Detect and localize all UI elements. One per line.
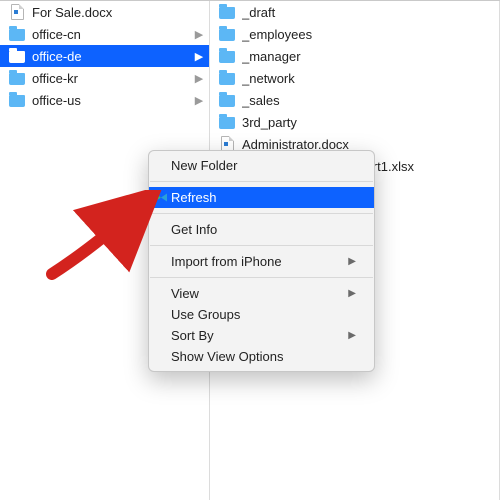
file-label: 3rd_party <box>242 115 495 130</box>
file-label: _employees <box>242 27 495 42</box>
file-label: _draft <box>242 5 495 20</box>
folder-row[interactable]: _network <box>210 67 499 89</box>
menu-separator <box>150 181 373 182</box>
menu-item-view[interactable]: View ▶ <box>149 283 374 304</box>
folder-row[interactable]: _sales <box>210 89 499 111</box>
menu-separator <box>150 245 373 246</box>
menu-separator <box>150 213 373 214</box>
docx-file-icon <box>8 3 26 21</box>
chevron-right-icon: ▶ <box>193 50 205 63</box>
menu-item-refresh[interactable]: Refresh <box>149 187 374 208</box>
folder-icon <box>218 69 236 87</box>
folder-row[interactable]: _draft <box>210 1 499 23</box>
file-label: _sales <box>242 93 495 108</box>
folder-icon <box>218 91 236 109</box>
folder-row[interactable]: office-de▶ <box>0 45 209 67</box>
folder-icon <box>218 25 236 43</box>
chevron-right-icon: ▶ <box>193 28 205 41</box>
menu-item-import-from-iphone[interactable]: Import from iPhone ▶ <box>149 251 374 272</box>
folder-icon <box>218 47 236 65</box>
folder-row[interactable]: 3rd_party <box>210 111 499 133</box>
menu-item-new-folder[interactable]: New Folder <box>149 155 374 176</box>
file-label: office-kr <box>32 71 193 86</box>
folder-icon <box>8 25 26 43</box>
file-label: office-us <box>32 93 193 108</box>
folder-icon <box>218 113 236 131</box>
menu-separator <box>150 277 373 278</box>
menu-item-use-groups[interactable]: Use Groups <box>149 304 374 325</box>
menu-item-label: Import from iPhone <box>171 254 282 269</box>
chevron-right-icon: ▶ <box>193 94 205 107</box>
chevron-right-icon: ▶ <box>348 288 356 299</box>
menu-item-label: Refresh <box>171 190 217 205</box>
folder-row[interactable]: office-us▶ <box>0 89 209 111</box>
chevron-right-icon: ▶ <box>348 256 356 267</box>
menu-item-label: Get Info <box>171 222 217 237</box>
file-label: office-cn <box>32 27 193 42</box>
file-label: _manager <box>242 49 495 64</box>
menu-item-label: Show View Options <box>171 349 284 364</box>
folder-icon <box>8 47 26 65</box>
folder-icon <box>8 91 26 109</box>
folder-icon <box>8 69 26 87</box>
menu-item-get-info[interactable]: Get Info <box>149 219 374 240</box>
folder-row[interactable]: office-kr▶ <box>0 67 209 89</box>
menu-item-label: View <box>171 286 199 301</box>
menu-item-label: Use Groups <box>171 307 240 322</box>
folder-icon <box>218 3 236 21</box>
menu-item-show-view-options[interactable]: Show View Options <box>149 346 374 367</box>
file-label: _network <box>242 71 495 86</box>
context-menu: New Folder Refresh Get Info Import from iPh… <box>148 150 375 372</box>
chevron-right-icon: ▶ <box>193 72 205 85</box>
menu-item-sort-by[interactable]: Sort By ▶ <box>149 325 374 346</box>
chevron-right-icon: ▶ <box>348 330 356 341</box>
menu-item-label: New Folder <box>171 158 237 173</box>
file-row[interactable]: For Sale.docx <box>0 1 209 23</box>
refresh-icon <box>154 191 167 204</box>
folder-row[interactable]: office-cn▶ <box>0 23 209 45</box>
folder-row[interactable]: _manager <box>210 45 499 67</box>
file-label: office-de <box>32 49 193 64</box>
menu-item-label: Sort By <box>171 328 214 343</box>
folder-row[interactable]: _employees <box>210 23 499 45</box>
file-label: For Sale.docx <box>32 5 205 20</box>
